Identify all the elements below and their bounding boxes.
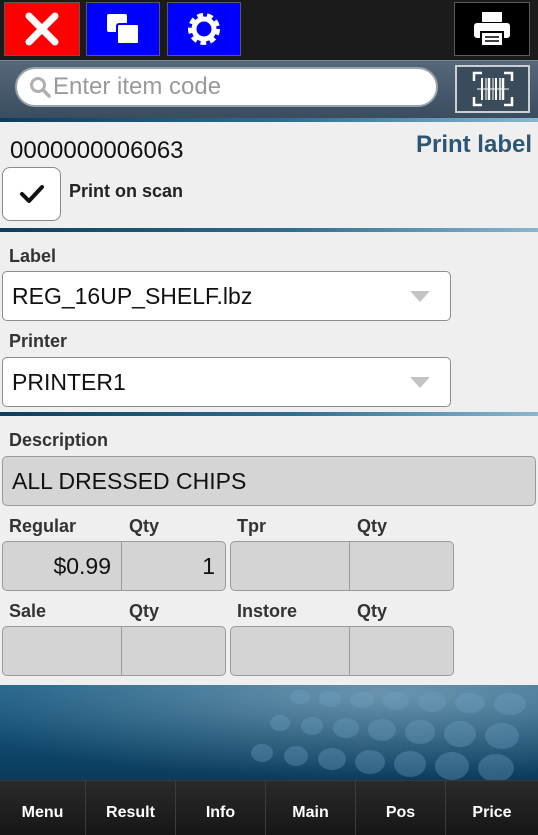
search-icon: [30, 77, 51, 98]
print-on-scan-checkbox[interactable]: [2, 167, 61, 221]
barcode-scan-icon: [472, 71, 513, 107]
tpr-qty-field[interactable]: [350, 541, 454, 591]
description-field[interactable]: ALL DRESSED CHIPS: [2, 456, 536, 506]
nav-price[interactable]: Price: [446, 781, 538, 835]
nav-info[interactable]: Info: [176, 781, 266, 835]
print-button[interactable]: [454, 2, 530, 56]
search-input[interactable]: [53, 73, 433, 101]
settings-button[interactable]: [167, 2, 241, 56]
search-bar: [0, 60, 538, 118]
instore-qty-field[interactable]: [350, 626, 454, 676]
printer-select[interactable]: PRINTER1: [2, 357, 451, 407]
close-button[interactable]: [4, 2, 80, 56]
instore-label: Instore: [237, 601, 298, 621]
section-divider: [0, 118, 538, 122]
instore-price-field[interactable]: [230, 626, 350, 676]
chevron-down-icon: [410, 290, 430, 302]
print-on-scan-label: Print on scan: [69, 181, 184, 201]
description-label: Description: [9, 430, 109, 450]
sale-label: Sale: [9, 601, 47, 621]
page-title: Print label: [415, 131, 532, 158]
checkmark-icon: [19, 185, 44, 203]
label-select-value: REG_16UP_SHELF.lbz: [12, 282, 253, 309]
label-field-label: Label: [9, 246, 57, 266]
dot-pattern: [0, 685, 538, 780]
regular-label: Regular: [9, 516, 77, 536]
nav-pos[interactable]: Pos: [356, 781, 446, 835]
nav-menu[interactable]: Menu: [0, 781, 86, 835]
tpr-qty-label: Qty: [357, 516, 388, 536]
top-toolbar: [0, 0, 538, 60]
instore-qty-label: Qty: [357, 601, 388, 621]
description-value: ALL DRESSED CHIPS: [12, 467, 247, 494]
chevron-down-icon: [410, 376, 430, 388]
item-code: 0000000006063: [10, 137, 184, 164]
windows-button[interactable]: [86, 2, 160, 56]
gear-icon: [188, 13, 220, 45]
regular-qty-label: Qty: [129, 516, 160, 536]
printer-field-label: Printer: [9, 331, 68, 351]
printer-icon: [474, 12, 510, 47]
windows-icon: [107, 14, 140, 45]
sale-qty-field[interactable]: [122, 626, 226, 676]
nav-main[interactable]: Main: [266, 781, 356, 835]
tpr-label: Tpr: [237, 516, 266, 536]
regular-qty-field[interactable]: 1: [122, 541, 226, 591]
printer-select-value: PRINTER1: [12, 368, 126, 395]
search-field[interactable]: [15, 67, 438, 107]
tpr-price-field[interactable]: [230, 541, 350, 591]
regular-price-field[interactable]: $0.99: [2, 541, 122, 591]
nav-result[interactable]: Result: [86, 781, 176, 835]
bottom-nav: Menu Result Info Main Pos Price: [0, 780, 538, 835]
barcode-scan-button[interactable]: [455, 65, 530, 113]
sale-qty-label: Qty: [129, 601, 160, 621]
label-select[interactable]: REG_16UP_SHELF.lbz: [2, 271, 451, 321]
close-icon: [25, 12, 59, 46]
section-divider: [0, 412, 538, 416]
sale-price-field[interactable]: [2, 626, 122, 676]
section-divider: [0, 228, 538, 232]
decorative-banner: [0, 685, 538, 780]
